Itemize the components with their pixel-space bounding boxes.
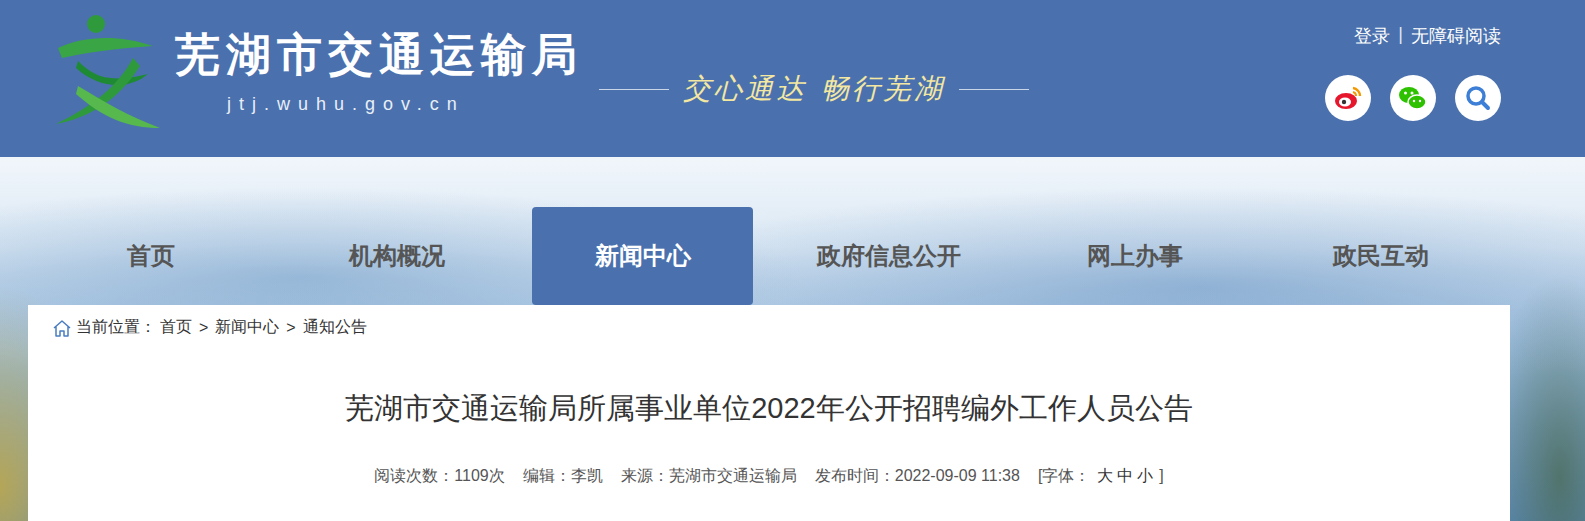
search-icon[interactable] <box>1455 75 1501 121</box>
wechat-icon[interactable] <box>1390 75 1436 121</box>
content-panel: 当前位置：首页 > 新闻中心 > 通知公告芜湖市交通运输局所属事业单位2022年公开招聘… <box>28 305 1510 521</box>
slogan-text: 畅行芜湖 <box>821 70 945 108</box>
slogan-text: 交心通达 <box>683 70 807 108</box>
header-tools: 登录 | 无障碍阅读 <box>1325 24 1501 121</box>
nav-item[interactable]: 机构概况 <box>286 207 507 305</box>
slogan: 交心通达畅行芜湖 <box>599 70 1029 108</box>
header-link[interactable]: 无障碍阅读 <box>1411 24 1501 48</box>
font-size-switch: [字体： 大中小 ] <box>1038 466 1164 487</box>
site-domain: jtj.wuhu.gov.cn <box>175 94 583 115</box>
meta-item: 来源：芜湖市交通运输局 <box>621 466 797 487</box>
meta-item: 编辑：李凯 <box>523 466 603 487</box>
breadcrumb-item[interactable]: 新闻中心 <box>215 317 279 338</box>
meta-item: 阅读次数：1109次 <box>374 466 504 487</box>
font-size-option[interactable]: 中 <box>1117 467 1133 484</box>
breadcrumb: 当前位置：首页 > 新闻中心 > 通知公告 <box>28 305 1510 338</box>
nav-item[interactable]: 政民互动 <box>1270 207 1491 305</box>
main-nav: 首页 机构概况 新闻中心 政府信息公开 网上办事 政民互动 <box>0 157 1585 305</box>
nav-item[interactable]: 政府信息公开 <box>778 207 999 305</box>
nav-item[interactable]: 首页 <box>40 207 261 305</box>
link-separator: | <box>1398 24 1403 48</box>
slogan-line <box>599 89 669 90</box>
header-links: 登录 | 无障碍阅读 <box>1354 24 1501 48</box>
scenery: 首页 机构概况 新闻中心 政府信息公开 网上办事 政民互动 当前位置：首页>新闻… <box>0 157 1585 521</box>
nav-item[interactable]: 新闻中心 <box>532 207 753 305</box>
breadcrumb-item[interactable]: 首页 <box>160 317 192 338</box>
site-header: 芜湖市交通运输局 jtj.wuhu.gov.cn 交心通达畅行芜湖 登录 | 无障碍阅读 <box>0 0 1585 157</box>
weibo-icon[interactable] <box>1325 75 1371 121</box>
site-title: 芜湖市交通运输局 <box>175 28 583 82</box>
breadcrumb-prefix: 当前位置： <box>76 317 156 338</box>
font-size-option[interactable]: 大 <box>1097 467 1113 484</box>
social-icons <box>1325 75 1501 121</box>
page: 芜湖市交通运输局 jtj.wuhu.gov.cn 交心通达畅行芜湖 登录 | 无障碍阅读首… <box>0 0 1585 521</box>
slogan-line <box>959 89 1029 90</box>
breadcrumb-separator: > <box>199 319 208 337</box>
font-size-option[interactable]: 小 <box>1137 467 1153 484</box>
logo-icon[interactable] <box>48 6 163 131</box>
brand: 芜湖市交通运输局 jtj.wuhu.gov.cn <box>175 28 583 115</box>
breadcrumb-item[interactable]: 通知公告 <box>303 317 367 338</box>
nav-pointer <box>628 320 658 335</box>
meta-item: 发布时间：2022-09-09 11:38 <box>815 466 1020 487</box>
home-icon <box>52 319 72 337</box>
article-meta: 阅读次数：1109次编辑：李凯来源：芜湖市交通运输局发布时间：2022-09-0… <box>28 466 1510 487</box>
header-link[interactable]: 登录 <box>1354 24 1390 48</box>
article-title: 芜湖市交通运输局所属事业单位2022年公开招聘编外工作人员公告 <box>28 390 1510 426</box>
breadcrumb-separator: > <box>286 319 295 337</box>
nav-item[interactable]: 网上办事 <box>1024 207 1245 305</box>
